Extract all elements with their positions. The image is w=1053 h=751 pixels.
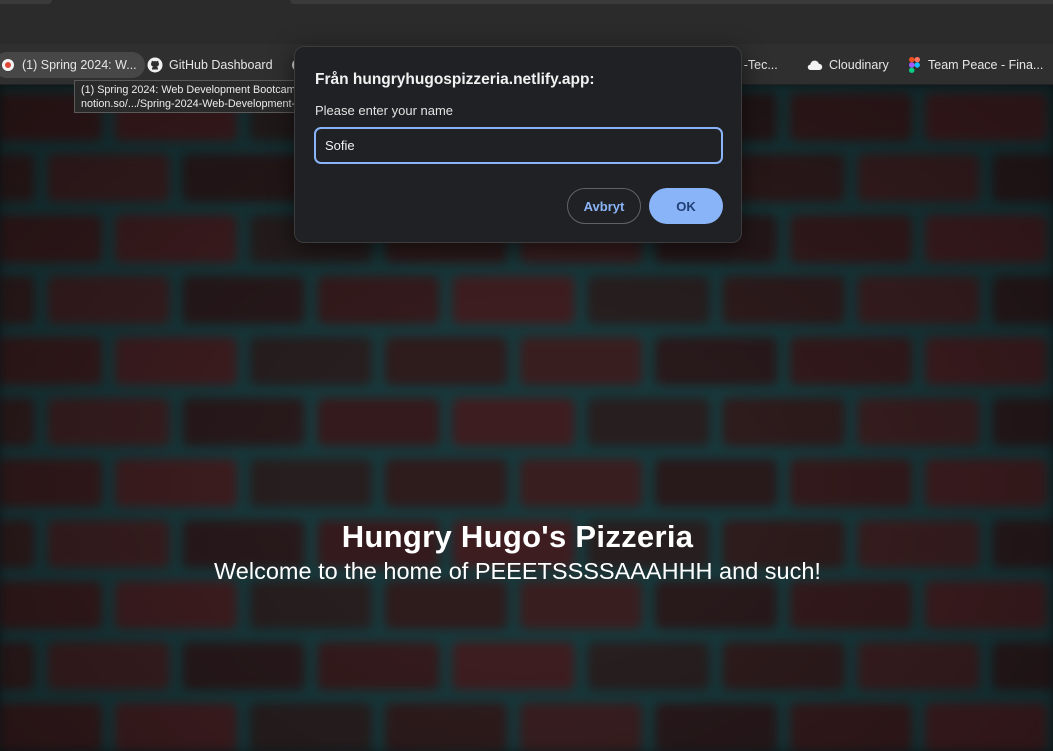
browser-address-area[interactable] [290, 0, 1053, 4]
browser-tab[interactable] [0, 0, 52, 4]
figma-icon [906, 57, 922, 73]
bookmark-label: Cloudinary [829, 58, 889, 72]
tooltip-url: notion.so/.../Spring-2024-Web-Developmen… [81, 98, 305, 110]
tooltip-title: (1) Spring 2024: Web Development Bootcam… [81, 84, 302, 96]
dialog-message: Please enter your name [315, 103, 454, 118]
bookmark-github-dashboard[interactable]: GitHub Dashboard [141, 52, 281, 78]
ok-button[interactable]: OK [649, 188, 723, 224]
notion-icon [0, 57, 16, 73]
bookmark-cloudinary[interactable]: Cloudinary [801, 52, 897, 78]
bookmark-label: Team Peace - Fina... [928, 58, 1044, 72]
bookmark-spring-2024[interactable]: (1) Spring 2024: W... [0, 52, 145, 78]
page-subtitle: Welcome to the home of PEEETSSSSAAAHHH a… [214, 558, 821, 584]
bookmark-label: GitHub Dashboard [169, 58, 273, 72]
github-icon [147, 57, 163, 73]
prompt-dialog: Från hungryhugospizzeria.netlify.app: Pl… [294, 46, 742, 243]
cloud-icon [807, 57, 823, 73]
name-input[interactable] [314, 127, 723, 164]
dialog-origin: Från hungryhugospizzeria.netlify.app: [315, 71, 595, 88]
bookmark-label: (1) Spring 2024: W... [22, 58, 137, 72]
bookmark-team-peace[interactable]: Team Peace - Fina... [900, 52, 1051, 78]
browser-tab-strip [0, 0, 1053, 44]
cancel-button[interactable]: Avbryt [567, 188, 641, 224]
page-title: Hungry Hugo's Pizzeria [341, 519, 694, 554]
